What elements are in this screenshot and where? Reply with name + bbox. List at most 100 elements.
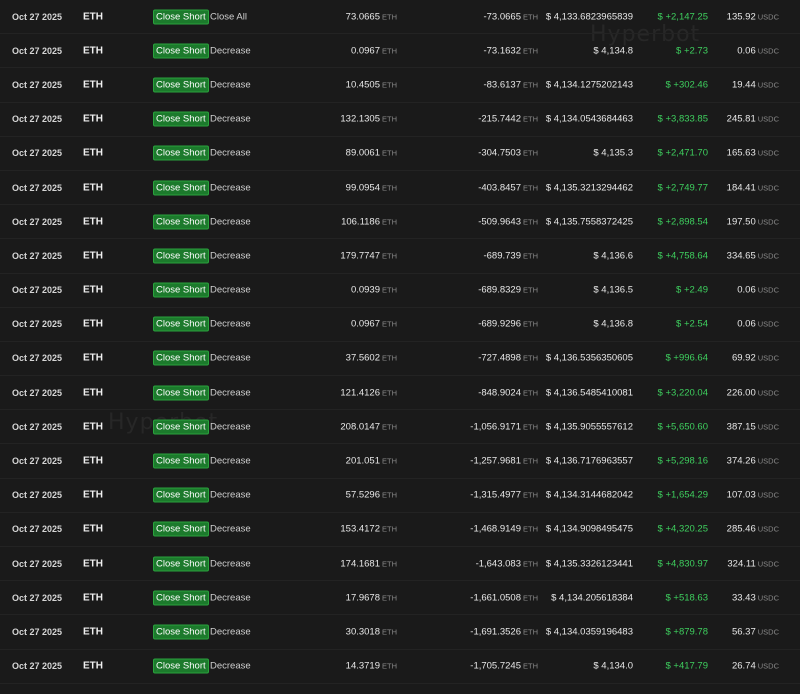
table-row[interactable]: Oct 27 2025 ETH Close Short Decrease 57.… [0,479,800,513]
position-size: -1,661.0508 ETH [470,592,538,604]
table-row[interactable]: Oct 27 2025 ETH Close Short Decrease 121… [0,376,800,411]
position-unit: ETH [523,46,538,56]
table-row[interactable]: Oct 27 2025 ETH Close Short Decrease 132… [0,103,800,137]
table-row[interactable]: Oct 27 2025 ETH Close Short Decrease 106… [0,205,800,240]
asset-symbol[interactable]: ETH [83,490,103,501]
size-unit: ETH [382,627,397,637]
size-unit: ETH [382,80,397,90]
asset-symbol[interactable]: ETH [83,387,103,398]
trade-price: $ 4,136.5 [593,284,633,296]
asset-symbol[interactable]: ETH [83,45,103,56]
fee-unit: USDC [757,319,779,329]
table-row[interactable]: Oct 27 2025 ETH Close Short Decrease 179… [0,239,800,274]
table-row[interactable]: Oct 27 2025 ETH Close Short Decrease 37.… [0,342,800,377]
position-unit: ETH [523,148,538,158]
size-unit: ETH [382,46,397,56]
position-unit: ETH [523,319,538,329]
asset-symbol[interactable]: ETH [83,558,103,569]
table-row[interactable]: Oct 27 2025 ETH Close Short Decrease 201… [0,444,800,479]
table-row[interactable]: Oct 27 2025 ETH Close Short Decrease 99.… [0,171,800,206]
asset-symbol[interactable]: ETH [83,661,103,672]
asset-symbol[interactable]: ETH [83,114,103,125]
fee-amount: 226.00 USDC [726,387,779,399]
fee-unit: USDC [757,388,779,398]
trade-date: Oct 27 2025 [12,114,63,125]
fee-amount: 374.26 USDC [726,455,779,467]
action-badge: Close Short [153,316,209,332]
closed-pnl: $ +5,298.16 [657,455,708,467]
action-badge: Close Short [153,453,209,469]
asset-symbol[interactable]: ETH [83,250,103,261]
table-row[interactable]: Oct 27 2025 ETH Close Short Decrease 14.… [0,650,800,684]
fee-unit: USDC [757,114,779,124]
fee-amount: 324.11 USDC [727,558,779,570]
table-row[interactable]: Oct 27 2025 ETH Close Short Decrease 208… [0,410,800,445]
fee-unit: USDC [757,422,779,432]
table-row[interactable]: Oct 27 2025 ETH Close Short Decrease 17.… [0,581,800,616]
trade-date: Oct 27 2025 [12,148,63,159]
asset-symbol[interactable]: ETH [83,11,103,22]
action-badge: Close Short [153,385,209,401]
direction-label: Decrease [210,421,251,433]
fee-amount: 19.44 USDC [731,79,779,91]
trade-price: $ 4,135.3326123441 [545,558,633,570]
trade-size: 37.5602 ETH [345,352,397,364]
table-row[interactable]: Oct 27 2025 ETH Close Short Decrease 89.… [0,137,800,171]
asset-symbol[interactable]: ETH [83,79,103,90]
direction-label: Decrease [210,523,251,535]
fee-amount: 69.92 USDC [731,352,779,364]
asset-symbol[interactable]: ETH [83,592,103,603]
trade-size: 89.0061 ETH [345,147,397,159]
asset-symbol[interactable]: ETH [83,148,103,159]
position-size: -689.9296 ETH [478,318,538,330]
asset-symbol[interactable]: ETH [83,524,103,535]
closed-pnl: $ +2.73 [676,45,708,57]
trade-size: 73.0665 ETH [345,11,397,23]
closed-pnl: $ +3,220.04 [657,387,708,399]
position-size: -1,315.4977 ETH [470,489,538,501]
size-unit: ETH [382,593,397,603]
position-size: -83.6137 ETH [483,79,538,91]
table-row[interactable]: Oct 27 2025 ETH Close Short Decrease 0.0… [0,274,800,308]
asset-symbol[interactable]: ETH [83,353,103,364]
asset-symbol[interactable]: ETH [83,456,103,467]
table-row[interactable]: Oct 27 2025 ETH Close Short Decrease 0.0… [0,34,800,69]
table-row[interactable]: Oct 27 2025 ETH Close Short Decrease 153… [0,513,800,547]
action-badge: Close Short [153,658,209,674]
asset-symbol[interactable]: ETH [83,421,103,432]
trade-date: Oct 27 2025 [12,182,63,193]
trade-date: Oct 27 2025 [12,285,63,296]
table-row[interactable]: Oct 27 2025 ETH Close Short Decrease 174… [0,547,800,582]
fee-amount: 165.63 USDC [726,147,779,159]
trade-price: $ 4,134.1275202143 [545,79,633,91]
fee-amount: 135.92 USDC [726,11,779,23]
table-row[interactable]: Oct 27 2025 ETH Close Short Decrease 30.… [0,615,800,650]
asset-symbol[interactable]: ETH [83,319,103,330]
asset-symbol[interactable]: ETH [83,182,103,193]
position-size: -1,643.083 ETH [475,558,538,570]
table-row[interactable]: Oct 27 2025 ETH Close Short Close All 73… [0,0,800,35]
closed-pnl: $ +2,147.25 [657,11,708,23]
direction-label: Decrease [210,318,251,330]
table-row[interactable]: Oct 27 2025 ETH Close Short Decrease 0.0… [0,308,800,342]
direction-label: Decrease [210,45,251,57]
asset-symbol[interactable]: ETH [83,285,103,296]
fee-unit: USDC [757,559,779,569]
position-unit: ETH [523,627,538,637]
trade-size: 179.7747 ETH [340,250,397,262]
position-size: -403.8457 ETH [478,182,538,194]
closed-pnl: $ +4,758.64 [657,250,708,262]
asset-symbol[interactable]: ETH [83,626,103,637]
trade-price: $ 4,136.8 [593,318,633,330]
fee-amount: 197.50 USDC [726,216,779,228]
direction-label: Decrease [210,113,251,125]
table-row[interactable]: Oct 27 2025 ETH Close Short Decrease 10.… [0,68,800,103]
trade-size: 208.0147 ETH [340,421,397,433]
fee-unit: USDC [757,456,779,466]
trade-date: Oct 27 2025 [12,626,63,637]
size-unit: ETH [382,559,397,569]
asset-symbol[interactable]: ETH [83,216,103,227]
position-size: -727.4898 ETH [478,352,538,364]
fee-unit: USDC [757,285,779,295]
closed-pnl: $ +518.63 [665,592,708,604]
